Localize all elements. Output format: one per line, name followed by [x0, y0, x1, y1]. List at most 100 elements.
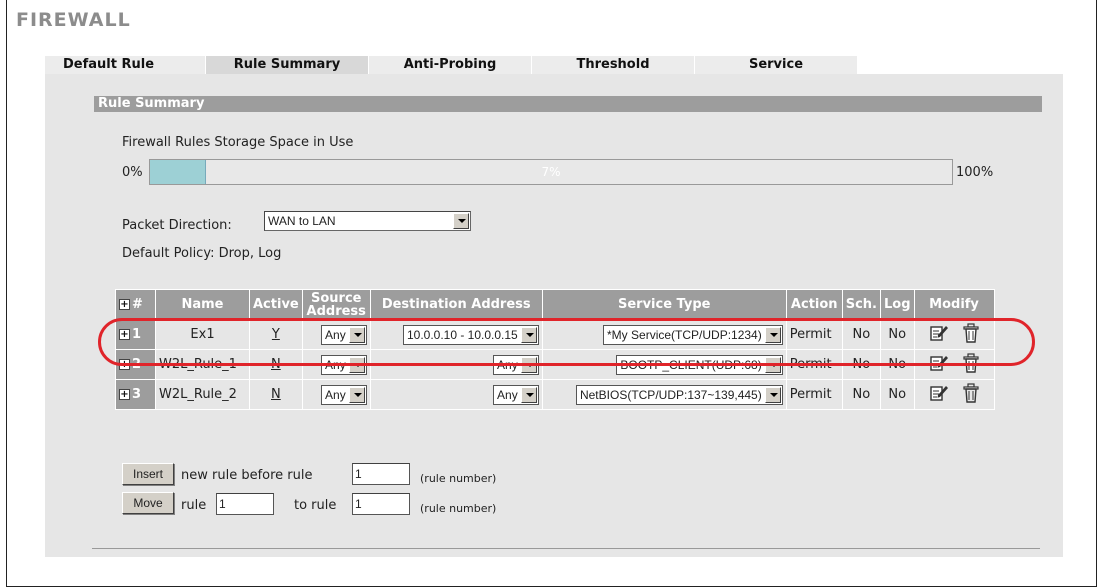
move-from-rule-input[interactable]: 1: [216, 493, 274, 515]
page-title: FIREWALL: [16, 9, 131, 31]
destination-address-select[interactable]: Any: [493, 384, 539, 405]
rule-schedule: No: [841, 349, 882, 380]
destination-address-cell: Any: [369, 379, 543, 410]
modify-cell: [913, 379, 995, 410]
tab-default-rule[interactable]: Default Rule: [45, 56, 205, 74]
chevron-down-icon[interactable]: [764, 356, 781, 373]
destination-address-cell: 10.0.0.10 - 10.0.0.15: [369, 319, 543, 350]
packet-direction-value: WAN to LAN: [268, 214, 336, 228]
destination-address-select[interactable]: Any: [493, 354, 539, 375]
progress-min-label: 0%: [122, 165, 143, 180]
service-type-cell: *My Service(TCP/UDP:1234): [541, 319, 787, 350]
rule-log: No: [880, 319, 915, 350]
destination-address-cell: Any: [369, 349, 543, 380]
rule-number[interactable]: +1: [115, 319, 156, 350]
rule-active[interactable]: N: [249, 349, 303, 380]
rule-number[interactable]: +2: [115, 349, 156, 380]
source-address-select[interactable]: Any: [321, 324, 367, 345]
service-type-select[interactable]: NetBIOS(TCP/UDP:137~139,445): [575, 384, 783, 405]
insert-hint: (rule number): [420, 472, 497, 485]
chevron-down-icon[interactable]: [348, 326, 365, 343]
source-address-select[interactable]: Any: [321, 384, 367, 405]
rule-action: Permit: [785, 349, 843, 380]
service-type-cell: BOOTP_CLIENT(UDP:68): [541, 349, 787, 380]
expand-icon[interactable]: +: [119, 389, 130, 400]
delete-icon[interactable]: [963, 382, 979, 407]
header-log: Log: [880, 289, 915, 320]
expand-icon[interactable]: +: [119, 329, 130, 340]
table-row: +2 W2L_Rule_1 N Any Any BOOTP_CLIENT(UDP…: [115, 349, 995, 380]
rule-action: Permit: [785, 379, 843, 410]
rule-active[interactable]: Y: [249, 319, 303, 350]
header-modify: Modify: [913, 289, 995, 320]
chevron-down-icon[interactable]: [453, 213, 469, 229]
edit-icon[interactable]: [929, 383, 949, 407]
delete-icon[interactable]: [963, 352, 979, 377]
service-type-cell: NetBIOS(TCP/UDP:137~139,445): [541, 379, 787, 410]
rule-name: W2L_Rule_1: [155, 349, 250, 380]
move-hint: (rule number): [420, 502, 497, 515]
chevron-down-icon[interactable]: [764, 386, 781, 403]
tab-rule-summary[interactable]: Rule Summary: [206, 56, 368, 74]
packet-direction-label: Packet Direction:: [122, 218, 232, 233]
rules-table: + # Name Active Source Address Destinatio…: [115, 289, 995, 410]
rule-name: W2L_Rule_2: [155, 379, 250, 410]
header-num: + #: [115, 289, 156, 320]
rule-action: Permit: [785, 319, 843, 350]
header-action: Action: [785, 289, 843, 320]
rule-name: Ex1: [155, 319, 250, 350]
modify-cell: [913, 349, 995, 380]
header-service: Service Type: [541, 289, 787, 320]
service-type-select[interactable]: BOOTP_CLIENT(UDP:68): [616, 354, 783, 375]
chevron-down-icon[interactable]: [764, 326, 781, 343]
move-button[interactable]: Move: [122, 492, 174, 514]
packet-direction-select[interactable]: WAN to LAN: [264, 211, 471, 231]
expand-all-icon[interactable]: +: [119, 299, 130, 310]
rule-log: No: [880, 349, 915, 380]
destination-address-select[interactable]: 10.0.0.10 - 10.0.0.15: [402, 324, 539, 345]
expand-icon[interactable]: +: [119, 359, 130, 370]
source-address-cell: Any: [301, 319, 371, 350]
source-address-select[interactable]: Any: [321, 354, 367, 375]
rule-number[interactable]: +3: [115, 379, 156, 410]
header-name: Name: [155, 289, 250, 320]
source-address-cell: Any: [301, 349, 371, 380]
storage-progress-bar: 7%: [149, 159, 953, 185]
table-header-row: + # Name Active Source Address Destinatio…: [115, 289, 995, 320]
edit-icon[interactable]: [929, 323, 949, 347]
header-active: Active: [249, 289, 303, 320]
move-to-rule-input[interactable]: 1: [352, 493, 410, 515]
rule-schedule: No: [841, 319, 882, 350]
edit-icon[interactable]: [929, 353, 949, 377]
storage-progress-value: 7%: [541, 165, 561, 179]
modify-cell: [913, 319, 995, 350]
rule-active[interactable]: N: [249, 379, 303, 410]
rule-schedule: No: [841, 379, 882, 410]
chevron-down-icon[interactable]: [348, 356, 365, 373]
table-row: +3 W2L_Rule_2 N Any Any NetBIOS(TCP/UDP:…: [115, 379, 995, 410]
move-label-to-rule: to rule: [294, 498, 337, 513]
tab-bar: Default Rule Rule Summary Anti-Probing T…: [45, 56, 858, 74]
service-type-select[interactable]: *My Service(TCP/UDP:1234): [603, 324, 783, 345]
tab-service[interactable]: Service: [695, 56, 857, 74]
progress-max-label: 100%: [956, 165, 994, 180]
header-sch: Sch.: [841, 289, 882, 320]
chevron-down-icon[interactable]: [520, 386, 537, 403]
chevron-down-icon[interactable]: [520, 356, 537, 373]
default-policy: Default Policy: Drop, Log: [122, 246, 282, 261]
move-label-rule: rule: [181, 498, 207, 513]
table-row: +1 Ex1 Y Any 10.0.0.10 - 10.0.0.15 *My S…: [115, 319, 995, 350]
insert-rule-number-input[interactable]: 1: [352, 463, 410, 485]
delete-icon[interactable]: [963, 322, 979, 347]
chevron-down-icon[interactable]: [348, 386, 365, 403]
header-source: Source Address: [301, 289, 371, 320]
insert-button[interactable]: Insert: [122, 463, 174, 485]
rule-log: No: [880, 379, 915, 410]
chevron-down-icon[interactable]: [520, 326, 537, 343]
insert-label: new rule before rule: [181, 468, 313, 483]
header-destination: Destination Address: [369, 289, 543, 320]
tab-anti-probing[interactable]: Anti-Probing: [369, 56, 531, 74]
source-address-cell: Any: [301, 379, 371, 410]
divider: [92, 548, 1040, 549]
tab-threshold[interactable]: Threshold: [532, 56, 694, 74]
